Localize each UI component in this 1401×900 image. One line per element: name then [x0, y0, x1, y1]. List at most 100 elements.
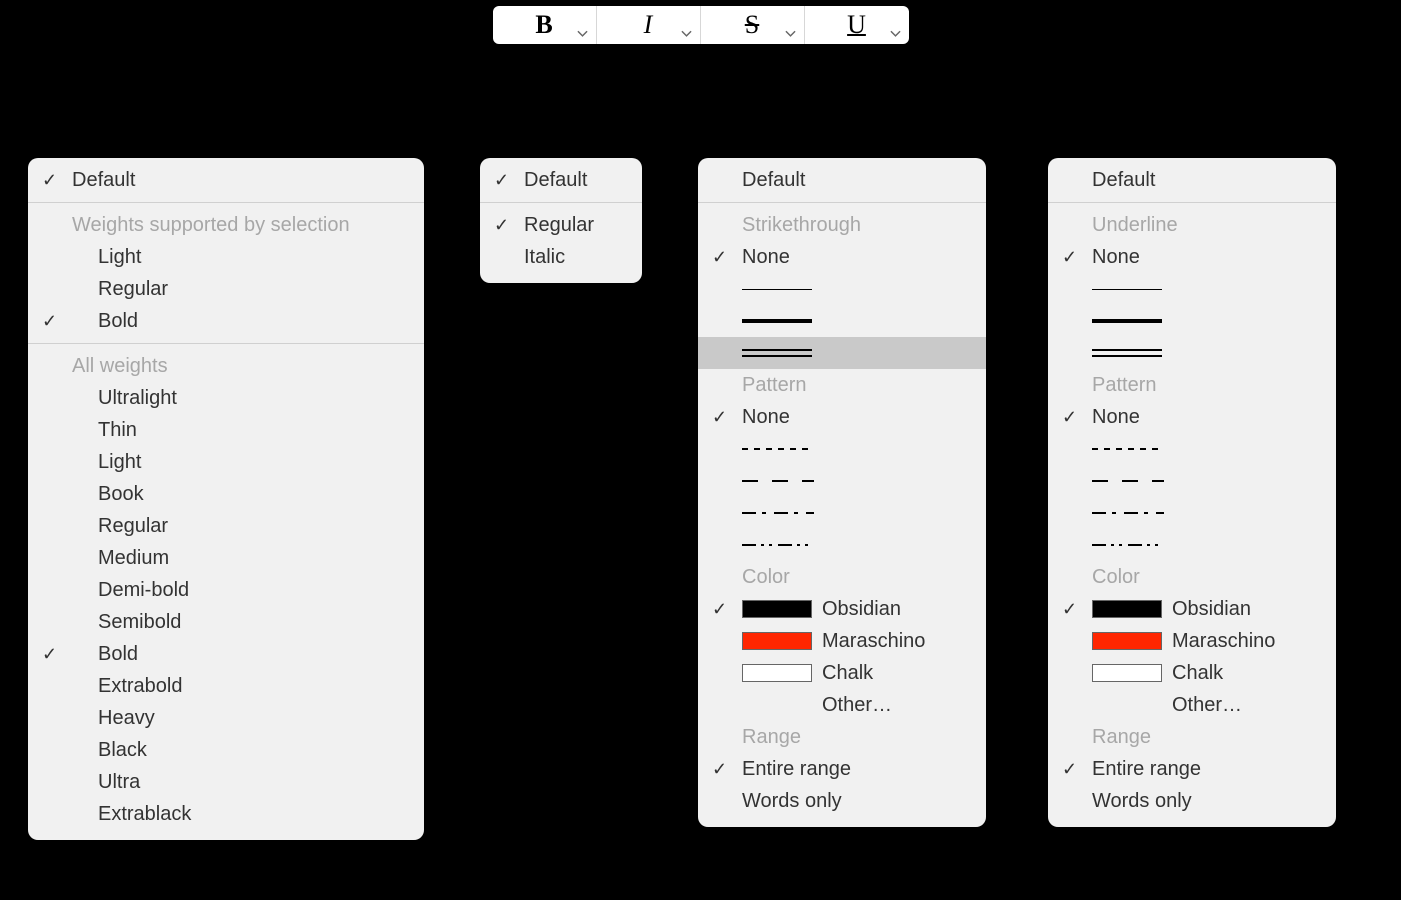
menu-item[interactable]: Book: [28, 478, 424, 510]
section-header-style: Underline: [1048, 209, 1336, 241]
menu-item-pattern-dash-dot-dot[interactable]: [1048, 529, 1336, 561]
menu-item-range-entire[interactable]: ✓ Entire range: [698, 753, 986, 785]
menu-item-label: Regular: [98, 512, 168, 540]
menu-item-range-words[interactable]: Words only: [698, 785, 986, 817]
menu-item[interactable]: Semibold: [28, 606, 424, 638]
section-header-range: Range: [698, 721, 986, 753]
check-icon: ✓: [1062, 403, 1077, 431]
line-preview-thick: [742, 314, 812, 328]
menu-item-label: Other…: [822, 691, 892, 719]
menu-item-range-entire[interactable]: ✓ Entire range: [1048, 753, 1336, 785]
menu-item[interactable]: Light: [28, 241, 424, 273]
menu-item[interactable]: Italic: [480, 241, 642, 273]
menu-item-pattern-none[interactable]: ✓ None: [698, 401, 986, 433]
menu-item-color[interactable]: ✓ Obsidian: [698, 593, 986, 625]
check-icon: ✓: [712, 595, 727, 623]
menu-item-style-double[interactable]: [1048, 337, 1336, 369]
menu-item-default[interactable]: ✓ Default: [480, 164, 642, 196]
menu-item-pattern-long-dash[interactable]: [698, 465, 986, 497]
section-header-range: Range: [1048, 721, 1336, 753]
menu-item-label: Words only: [742, 787, 842, 815]
chevron-down-icon: [577, 30, 588, 38]
menu-item-color-other[interactable]: Other…: [698, 689, 986, 721]
menu-item-style-thick[interactable]: [698, 305, 986, 337]
section-header-supported: Weights supported by selection: [28, 209, 424, 241]
menu-item-color[interactable]: Chalk: [698, 657, 986, 689]
divider: [480, 202, 642, 203]
check-icon: ✓: [712, 243, 727, 271]
menu-item-label: Black: [98, 736, 147, 764]
menu-item[interactable]: Black: [28, 734, 424, 766]
menu-item-style-thin[interactable]: [698, 273, 986, 305]
menu-item-pattern-dash-dot[interactable]: [1048, 497, 1336, 529]
menu-item-label: Maraschino: [1172, 627, 1275, 655]
underline-segment[interactable]: U: [805, 6, 909, 44]
pattern-preview: [1092, 480, 1164, 482]
menu-item[interactable]: Regular: [28, 273, 424, 305]
menu-item-label: Italic: [524, 243, 565, 271]
menu-item-label: Entire range: [1092, 755, 1201, 783]
menu-item-style-double[interactable]: [698, 337, 986, 369]
menu-item-label: Extrabold: [98, 672, 183, 700]
menu-item[interactable]: Extrablack: [28, 798, 424, 830]
menu-item-pattern-short-dash[interactable]: [698, 433, 986, 465]
menu-item-pattern-dash-dot[interactable]: [698, 497, 986, 529]
menu-item-default[interactable]: Default: [698, 164, 986, 196]
menu-item[interactable]: Ultra: [28, 766, 424, 798]
line-preview-thin: [1092, 282, 1162, 296]
menu-item[interactable]: ✓Regular: [480, 209, 642, 241]
menu-item-style-none[interactable]: ✓ None: [1048, 241, 1336, 273]
menu-item-pattern-long-dash[interactable]: [1048, 465, 1336, 497]
menu-item-label: Bold: [98, 640, 138, 668]
menu-item-label: Extrablack: [98, 800, 191, 828]
chevron-down-icon: [681, 30, 692, 38]
bold-segment[interactable]: B: [493, 6, 597, 44]
menu-item-range-words[interactable]: Words only: [1048, 785, 1336, 817]
menu-item[interactable]: Medium: [28, 542, 424, 574]
menu-item[interactable]: Heavy: [28, 702, 424, 734]
check-icon: ✓: [1062, 243, 1077, 271]
menu-item-label: Ultra: [98, 768, 140, 796]
menu-item[interactable]: Demi-bold: [28, 574, 424, 606]
menu-item-label: Thin: [98, 416, 137, 444]
menu-item-color[interactable]: Maraschino: [698, 625, 986, 657]
menu-item-label: None: [1092, 403, 1140, 431]
color-swatch: [742, 664, 812, 682]
section-header-color: Color: [698, 561, 986, 593]
menu-item-pattern-short-dash[interactable]: [1048, 433, 1336, 465]
menu-item-label: Entire range: [742, 755, 851, 783]
menu-item-label: Light: [98, 448, 141, 476]
menu-item-label: Regular: [524, 211, 594, 239]
menu-item-color[interactable]: Maraschino: [1048, 625, 1336, 657]
menu-item-default[interactable]: Default: [1048, 164, 1336, 196]
strikethrough-segment[interactable]: S: [701, 6, 805, 44]
color-swatch: [1092, 600, 1162, 618]
menu-item[interactable]: Thin: [28, 414, 424, 446]
menu-item-style-thick[interactable]: [1048, 305, 1336, 337]
menu-item[interactable]: Light: [28, 446, 424, 478]
menu-item-pattern-none[interactable]: ✓ None: [1048, 401, 1336, 433]
menu-item-label: Words only: [1092, 787, 1192, 815]
menu-item[interactable]: ✓Bold: [28, 638, 424, 670]
divider: [698, 202, 986, 203]
menu-item-style-thin[interactable]: [1048, 273, 1336, 305]
menu-item-color[interactable]: ✓Obsidian: [1048, 593, 1336, 625]
menu-item[interactable]: Extrabold: [28, 670, 424, 702]
color-swatch: [742, 632, 812, 650]
menu-item-default[interactable]: ✓ Default: [28, 164, 424, 196]
color-swatch: [1092, 664, 1162, 682]
color-swatch: [742, 600, 812, 618]
section-header-color: Color: [1048, 561, 1336, 593]
menu-item-label: Default: [1092, 166, 1155, 194]
menu-item[interactable]: Regular: [28, 510, 424, 542]
menu-item-style-none[interactable]: ✓ None: [698, 241, 986, 273]
menu-item-label: Demi-bold: [98, 576, 189, 604]
menu-item-color[interactable]: Chalk: [1048, 657, 1336, 689]
check-icon: ✓: [42, 166, 57, 194]
menu-item[interactable]: ✓Bold: [28, 305, 424, 337]
menu-item-label: Obsidian: [822, 595, 901, 623]
menu-item-pattern-dash-dot-dot[interactable]: [698, 529, 986, 561]
italic-segment[interactable]: I: [597, 6, 701, 44]
menu-item-color-other[interactable]: Other…: [1048, 689, 1336, 721]
menu-item[interactable]: Ultralight: [28, 382, 424, 414]
